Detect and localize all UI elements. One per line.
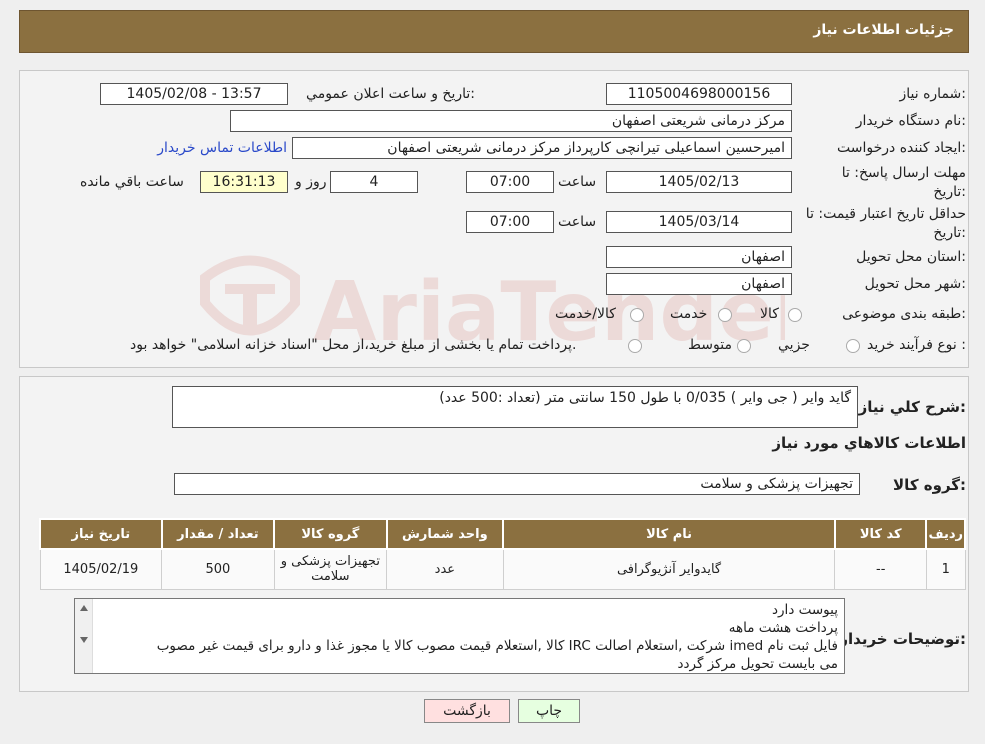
category-label: طبقه بندی موضوعی: xyxy=(842,306,966,322)
table-header-row: رديف کد کالا نام کالا واحد شمارش گروه کا… xyxy=(39,518,966,550)
notes-line: می بایست تحویل مرکز گردد xyxy=(677,656,838,672)
deadline-time-label: ساعت xyxy=(558,174,597,190)
col-group: گروه کالا xyxy=(273,518,388,550)
process-label: نوع فرآيند خريد : xyxy=(867,337,966,353)
buyer-org-field: مرکز درمانی شریعتی اصفهان xyxy=(230,110,792,132)
need-number-label: شماره نیاز: xyxy=(899,86,966,102)
table-row[interactable]: 1 -- گایدوایر آنژیوگرافی عدد تجهیزات پزش… xyxy=(39,548,966,590)
notes-line: فایل ثبت نام imed شرکت ,استعلام اصالت IR… xyxy=(156,638,838,654)
buyer-notes-field[interactable]: پیوست دارد پرداخت هشت ماهه فایل ثبت نام … xyxy=(74,598,845,674)
notes-line: پرداخت هشت ماهه xyxy=(728,620,838,636)
process-note: پرداخت تمام یا بخشی از مبلغ خرید،از محل … xyxy=(130,337,577,353)
cell-code: -- xyxy=(834,548,927,590)
items-table: رديف کد کالا نام کالا واحد شمارش گروه کا… xyxy=(39,518,966,590)
scroll-up-icon xyxy=(80,605,88,611)
scroll-down-icon xyxy=(80,637,88,643)
back-button[interactable]: بازگشت xyxy=(424,699,510,723)
notes-scrollbar[interactable] xyxy=(75,599,93,673)
page-header: جزئیات اطلاعات نیاز xyxy=(19,10,969,53)
description-label: شرح کلي نياز: xyxy=(858,398,966,416)
category-service-label: خدمت xyxy=(670,306,708,322)
announce-label: تاریخ و ساعت اعلان عمومي: xyxy=(306,86,475,102)
category-both-radio[interactable] xyxy=(630,308,644,322)
process-treasury-radio[interactable] xyxy=(628,339,642,353)
category-goods-label: کالا xyxy=(760,306,779,322)
days-field: 4 xyxy=(330,171,418,193)
cell-name: گایدوایر آنژیوگرافی xyxy=(502,548,836,590)
need-number-field: 1105004698000156 xyxy=(606,83,792,105)
validity-time-label: ساعت xyxy=(558,214,597,230)
buyer-org-label: نام دستگاه خريدار: xyxy=(855,113,966,129)
category-service-radio[interactable] xyxy=(718,308,732,322)
col-qty: تعداد / مقدار xyxy=(160,518,276,550)
process-minor-radio[interactable] xyxy=(846,339,860,353)
validity-date-field: 1405/03/14 xyxy=(606,211,792,233)
print-button[interactable]: چاپ xyxy=(518,699,580,723)
process-medium-label: متوسط xyxy=(688,337,732,353)
category-both-label: کالا/خدمت xyxy=(555,306,616,322)
province-label: استان محل تحويل: xyxy=(856,249,966,265)
deadline-date-field: 1405/02/13 xyxy=(606,171,792,193)
goods-group-label: گروه کالا: xyxy=(893,476,966,494)
remaining-time-field: 16:31:13 xyxy=(200,171,288,193)
cell-date: 1405/02/19 xyxy=(39,548,163,590)
deadline-time-field: 07:00 xyxy=(466,171,554,193)
goods-section-title: اطلاعات کالاهاي مورد نياز xyxy=(772,434,966,452)
validity-time-field: 07:00 xyxy=(466,211,554,233)
col-code: کد کالا xyxy=(833,518,928,550)
days-label: روز و xyxy=(295,174,327,190)
province-field: اصفهان xyxy=(606,246,792,268)
buyer-notes-label: توضيحات خريدار: xyxy=(839,630,966,648)
process-medium-radio[interactable] xyxy=(737,339,751,353)
creator-label: ايجاد کننده درخواست: xyxy=(837,140,966,156)
cell-group: تجهیزات پزشکی و سلامت xyxy=(273,548,388,590)
validity-label: حداقل تاريخ اعتبار قيمت: تا تاريخ: xyxy=(805,206,966,241)
col-date: تاريخ نياز xyxy=(39,518,163,550)
cell-row: 1 xyxy=(925,548,966,590)
city-label: شهر محل تحويل: xyxy=(864,276,966,292)
cell-unit: عدد xyxy=(386,548,504,590)
notes-line: پیوست دارد xyxy=(772,602,838,618)
col-name: نام کالا xyxy=(502,518,836,550)
deadline-label: مهلت ارسال پاسخ: تا تاريخ: xyxy=(841,165,966,200)
contact-buyer-link[interactable]: اطلاعات تماس خريدار xyxy=(157,140,287,156)
announce-field: 1405/02/08 - 13:57 xyxy=(100,83,288,105)
category-goods-radio[interactable] xyxy=(788,308,802,322)
creator-field: امیرحسین اسماعیلی تیرانچی کارپرداز مرکز … xyxy=(292,137,792,159)
goods-group-field: تجهیزات پزشکی و سلامت xyxy=(174,473,860,495)
cell-qty: 500 xyxy=(161,548,275,590)
col-unit: واحد شمارش xyxy=(385,518,505,550)
city-field: اصفهان xyxy=(606,273,792,295)
page-title: جزئیات اطلاعات نیاز xyxy=(813,22,954,38)
process-minor-label: جزيي xyxy=(778,337,810,353)
remaining-label: ساعت باقي مانده xyxy=(80,174,184,190)
col-row: رديف xyxy=(925,518,966,550)
description-field: گاید وایر ( جی وایر ) 0/035 با طول 150 س… xyxy=(172,386,858,428)
